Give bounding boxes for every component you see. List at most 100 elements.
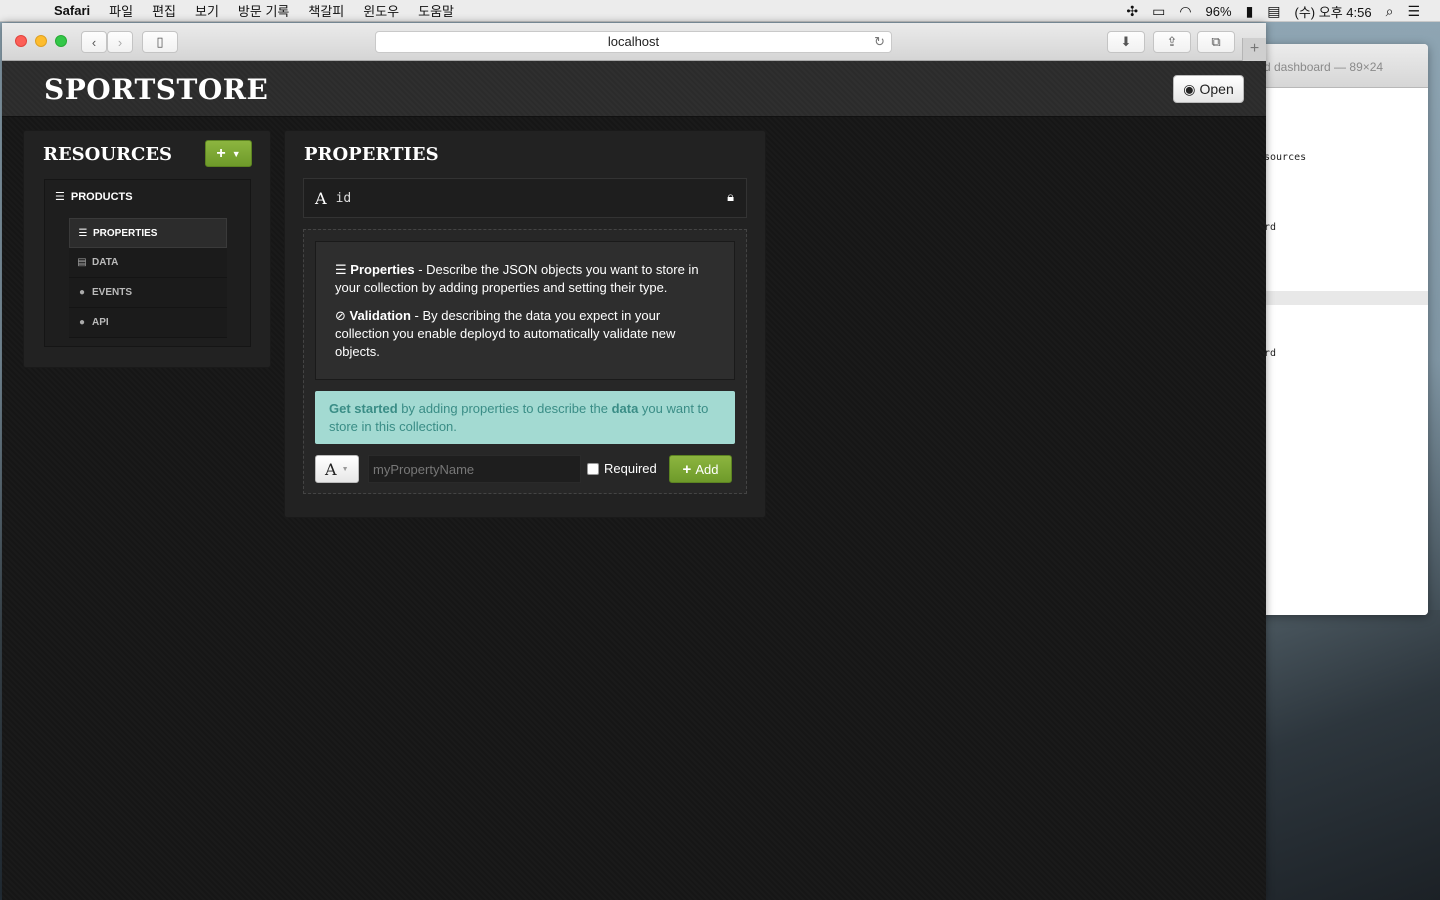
- airplay-icon[interactable]: ▭: [1152, 3, 1165, 20]
- dropbox-icon[interactable]: ✣: [1126, 3, 1138, 20]
- battery-percent[interactable]: 96%: [1206, 4, 1232, 19]
- terminal-body: [1250, 88, 1428, 421]
- property-row-id: A id 🔒︎: [303, 178, 747, 218]
- menu-view[interactable]: 보기: [195, 1, 219, 20]
- add-resource-button[interactable]: + ▼: [205, 140, 252, 167]
- required-label: Required: [604, 461, 657, 476]
- help-properties-label: Properties: [350, 262, 415, 277]
- zoom-window-button[interactable]: [55, 35, 67, 47]
- resource-subnav: ☰ PROPERTIES ▤ DATA ● EVENTS ● API: [69, 218, 227, 338]
- menu-file[interactable]: 파일: [109, 1, 133, 20]
- brand-title[interactable]: SPORTSTORE: [44, 73, 268, 106]
- menu-bookmarks[interactable]: 책갈피: [308, 1, 344, 20]
- subnav-label: PROPERTIES: [93, 227, 158, 239]
- properties-title: PROPERTIES: [304, 144, 439, 165]
- tabs-icon: ⧉: [1211, 34, 1221, 49]
- app-body: RESOURCES + ▼ ☰ PRODUCTS ☰ PROPERTIES ▤: [2, 117, 1266, 900]
- caret-down-icon: ▼: [341, 465, 349, 473]
- sidebar-icon: ▯: [156, 34, 164, 49]
- tip-text: by adding properties to describe the: [397, 401, 612, 416]
- back-button[interactable]: ‹: [81, 31, 107, 53]
- new-property-area: ☰ Properties - Describe the JSON objects…: [303, 229, 747, 494]
- subnav-label: EVENTS: [92, 287, 133, 298]
- terminal-selection-line: [1250, 291, 1428, 305]
- battery-icon[interactable]: ▮: [1246, 3, 1254, 20]
- required-checkbox[interactable]: [587, 462, 599, 475]
- terminal-line: sources: [1264, 152, 1307, 163]
- subnav-properties[interactable]: ☰ PROPERTIES: [69, 218, 227, 248]
- list-icon: ☰: [55, 191, 65, 203]
- table-icon: ▤: [77, 257, 87, 268]
- clock[interactable]: (수) 오후 4:56: [1295, 2, 1372, 21]
- ban-icon: ⊘: [335, 308, 350, 323]
- input-source-flag-icon[interactable]: ▤: [1267, 3, 1280, 20]
- browser-toolbar: ‹ › ▯ localhost ↻ ⬇ ⇪ ⧉ +: [2, 23, 1266, 61]
- desktop-wallpaper-rock: [1266, 610, 1440, 900]
- chevron-right-icon: ›: [117, 34, 123, 50]
- reload-icon[interactable]: ↻: [874, 32, 885, 52]
- spotlight-search-icon[interactable]: ⌕: [1386, 3, 1394, 20]
- open-button[interactable]: ◉ Open: [1173, 75, 1244, 103]
- resources-title: RESOURCES: [43, 144, 173, 165]
- properties-help-box: ☰ Properties - Describe the JSON objects…: [315, 241, 735, 380]
- subnav-api[interactable]: ● API: [69, 308, 227, 338]
- lock-icon: 🔒︎: [727, 189, 734, 204]
- plus-icon: +: [216, 144, 226, 162]
- get-started-alert: Get started by adding properties to desc…: [315, 391, 735, 444]
- property-name-input[interactable]: [368, 455, 581, 483]
- property-type-dropdown[interactable]: A ▼: [315, 455, 359, 483]
- terminal-title[interactable]: d dashboard — 89×24: [1250, 44, 1428, 88]
- subnav-events[interactable]: ● EVENTS: [69, 278, 227, 308]
- share-button[interactable]: ⇪: [1153, 31, 1191, 53]
- new-tab-button[interactable]: +: [1242, 38, 1266, 61]
- terminal-lower-pane: [1250, 421, 1428, 615]
- status-area: ✣ ▭ ◠ 96% ▮ ▤ (수) 오후 4:56 ⌕ ☰: [1126, 0, 1420, 22]
- list-icon: ☰: [78, 227, 88, 239]
- app-header: SPORTSTORE ◉ Open: [2, 61, 1266, 117]
- subnav-label: DATA: [92, 257, 119, 268]
- add-property-form: A ▼ Required + Add: [315, 455, 735, 483]
- resources-panel: RESOURCES + ▼ ☰ PRODUCTS ☰ PROPERTIES ▤: [23, 130, 271, 368]
- list-icon: ☰: [335, 262, 351, 277]
- tip-strong: Get started: [329, 401, 398, 416]
- open-button-label: Open: [1199, 81, 1234, 97]
- terminal-window[interactable]: d dashboard — 89×24 sources rd rd: [1250, 44, 1428, 615]
- downloads-button[interactable]: ⬇: [1107, 31, 1145, 53]
- help-validation: ⊘ Validation - By describing the data yo…: [335, 307, 715, 361]
- share-icon: ⇪: [1166, 34, 1178, 49]
- eye-icon: ◉: [1183, 80, 1196, 97]
- download-icon: ⬇: [1120, 34, 1132, 49]
- required-checkbox-wrap[interactable]: Required: [587, 461, 657, 476]
- caret-down-icon: ▼: [231, 148, 241, 159]
- tip-strong: data: [611, 401, 639, 416]
- resource-tree: ☰ PRODUCTS ☰ PROPERTIES ▤ DATA ● EVENTS: [44, 179, 251, 347]
- menu-history[interactable]: 방문 기록: [238, 1, 289, 20]
- add-property-button[interactable]: + Add: [669, 455, 732, 483]
- chevron-left-icon: ‹: [91, 34, 97, 50]
- menu-help[interactable]: 도움말: [418, 1, 454, 20]
- safari-window: ‹ › ▯ localhost ↻ ⬇ ⇪ ⧉ + SPORTSTORE ◉ O…: [2, 23, 1266, 900]
- menu-app-name[interactable]: Safari: [54, 3, 90, 18]
- minimize-window-button[interactable]: [35, 35, 47, 47]
- property-name: id: [335, 190, 352, 206]
- resource-name: PRODUCTS: [70, 190, 133, 203]
- address-bar[interactable]: localhost ↻: [375, 31, 892, 53]
- property-type-string-icon: A: [325, 459, 337, 479]
- subnav-data[interactable]: ▤ DATA: [69, 248, 227, 278]
- close-window-button[interactable]: [15, 35, 27, 47]
- notification-center-icon[interactable]: ☰: [1407, 3, 1420, 20]
- sidebar-toggle-button[interactable]: ▯: [142, 31, 178, 53]
- resource-item-products[interactable]: ☰ PRODUCTS: [55, 190, 133, 204]
- wifi-icon[interactable]: ◠: [1179, 3, 1191, 20]
- info-icon: ●: [78, 317, 86, 328]
- properties-panel: PROPERTIES A id 🔒︎ ☰ Properties - Descri…: [284, 130, 766, 518]
- tabs-overview-button[interactable]: ⧉: [1197, 31, 1235, 53]
- menu-window[interactable]: 윈도우: [363, 1, 399, 20]
- menu-bar: Safari 파일 편집 보기 방문 기록 책갈피 윈도우 도움말 ✣ ▭ ◠ …: [0, 0, 1440, 22]
- help-properties: ☰ Properties - Describe the JSON objects…: [335, 261, 715, 297]
- menu-edit[interactable]: 편집: [152, 1, 176, 20]
- address-text: localhost: [607, 34, 660, 49]
- add-property-label: Add: [695, 461, 719, 477]
- forward-button[interactable]: ›: [107, 31, 133, 53]
- property-type-string-icon: A: [315, 188, 327, 208]
